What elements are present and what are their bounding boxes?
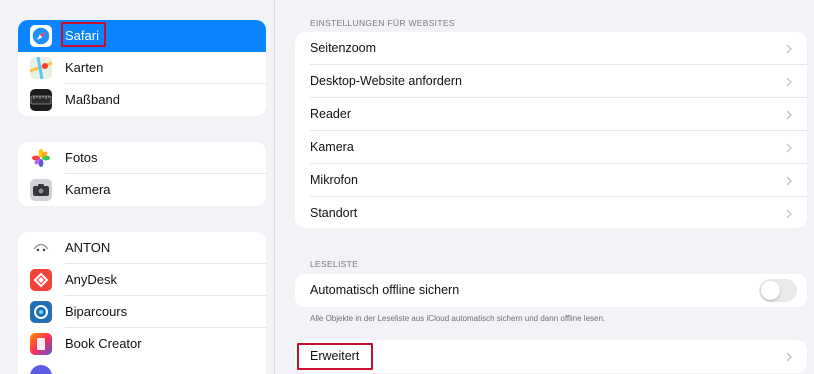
row-label: Seitenzoom [310,41,377,55]
row-seitenzoom[interactable]: Seitenzoom [295,32,807,65]
chevron-right-icon [786,110,792,120]
chevron-right-icon [786,44,792,54]
app-icon [30,365,52,374]
sidebar-item-massband[interactable]: Maßband [18,84,266,116]
sidebar-item-label: Fotos [65,150,98,165]
row-label: Mikrofon [310,173,358,187]
photos-icon [30,147,52,169]
row-reader[interactable]: Reader [295,98,807,131]
sidebar-item-biparcours[interactable]: Biparcours [18,296,266,328]
sidebar-item-anton[interactable]: ANTON [18,232,266,264]
safari-icon [30,25,52,47]
sidebar-item-partial-bottom[interactable] [18,360,266,374]
sidebar-item-label: Biparcours [65,304,128,319]
measure-icon [30,89,52,111]
row-standort[interactable]: Standort [295,197,807,228]
sidebar-item-label: Book Creator [65,336,142,351]
row-offline-sichern: Automatisch offline sichern [295,274,807,307]
camera-icon [30,179,52,201]
row-desktop-website[interactable]: Desktop-Website anfordern [295,65,807,98]
sidebar-item-kamera[interactable]: Kamera [18,174,266,206]
readinglist-card: Automatisch offline sichern [295,274,807,307]
chevron-right-icon [786,77,792,87]
sidebar-item-safari[interactable]: Safari [18,20,266,52]
sidebar-item-anydesk[interactable]: AnyDesk [18,264,266,296]
offline-footnote: Alle Objekte in der Leseliste aus iCloud… [310,314,606,323]
sidebar-item-book-creator[interactable]: Book Creator [18,328,266,360]
row-label: Standort [310,206,358,220]
row-erweitert[interactable]: Erweitert [295,340,807,373]
chevron-right-icon [786,143,792,153]
chevron-right-icon [786,209,792,219]
row-label: Automatisch offline sichern [310,283,460,297]
anydesk-icon [30,269,52,291]
row-label: Desktop-Website anfordern [310,74,462,88]
row-mikrofon[interactable]: Mikrofon [295,164,807,197]
offline-toggle[interactable] [759,279,797,302]
sidebar-group-3: ANTON AnyDesk Biparcours Book Creator [18,232,266,374]
sidebar-item-label: Kamera [65,182,111,197]
anton-icon [30,237,52,259]
row-label: Kamera [310,140,354,154]
sidebar-item-karten[interactable]: Karten [18,52,266,84]
row-label: Erweitert [310,349,360,363]
row-kamera[interactable]: Kamera [295,131,807,164]
sidebar-item-label: Maßband [65,92,120,107]
sidebar-item-label: Safari [65,28,99,43]
section-header-leseliste: LESELISTE [310,259,359,269]
book-creator-icon [30,333,52,355]
chevron-right-icon [786,352,792,362]
maps-icon [30,57,52,79]
sidebar-group-1: Safari Karten Maßband [18,20,266,116]
sidebar-group-2: Fotos Kamera [18,142,266,206]
websites-settings-card: Seitenzoom Desktop-Website anfordern Rea… [295,32,807,228]
settings-sidebar: Safari Karten Maßband Fotos Kamera ANTON… [0,0,275,374]
sidebar-item-label: Karten [65,60,104,75]
biparcours-icon [30,301,52,323]
safari-settings-pane: EINSTELLUNGEN FÜR WEBSITES Seitenzoom De… [276,0,814,374]
sidebar-item-label: ANTON [65,240,111,255]
chevron-right-icon [786,176,792,186]
section-header-websites: EINSTELLUNGEN FÜR WEBSITES [310,18,455,28]
toggle-knob [761,281,780,300]
advanced-card: Erweitert [295,340,807,373]
sidebar-item-fotos[interactable]: Fotos [18,142,266,174]
sidebar-item-label: AnyDesk [65,272,118,287]
row-label: Reader [310,107,351,121]
